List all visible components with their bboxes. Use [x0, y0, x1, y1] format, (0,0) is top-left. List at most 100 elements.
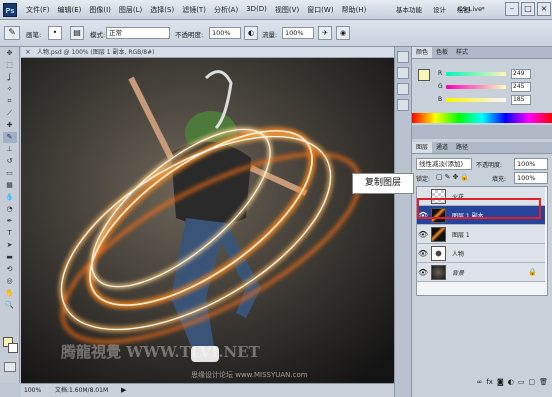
color-spectrum-bar[interactable] [412, 113, 552, 123]
clone-stamp-tool-icon[interactable]: ⊥ [3, 144, 17, 155]
adjustments-panel-collapsed[interactable] [412, 125, 552, 139]
layer-row-person[interactable]: 👁 人物 [417, 244, 545, 263]
tab-color[interactable]: 颜色 [412, 47, 433, 58]
layer-opacity-input[interactable]: 100% [514, 158, 548, 170]
menu-view[interactable]: 视图(V) [271, 5, 303, 15]
brush-panel-icon[interactable]: ▤ [70, 26, 84, 40]
type-tool-icon[interactable]: T [3, 228, 17, 239]
background-color-swatch[interactable] [8, 343, 18, 353]
document-title: 人物.psd @ 100% (图层 1 副本, RGB/8#) [37, 49, 155, 56]
document-tab[interactable]: 人物.psd @ 100% (图层 1 副本, RGB/8#) × [21, 47, 394, 58]
blur-tool-icon[interactable]: 💧 [3, 192, 17, 203]
artwork-canvas[interactable] [21, 58, 394, 383]
dodge-tool-icon[interactable]: ◔ [3, 204, 17, 215]
channel-g-slider[interactable] [446, 84, 506, 89]
menu-3d[interactable]: 3D(D) [242, 5, 271, 15]
hand-tool-icon[interactable]: ✋ [3, 288, 17, 299]
close-document-icon[interactable]: × [25, 47, 31, 58]
tab-styles[interactable]: 样式 [452, 47, 472, 58]
new-group-icon[interactable]: ▭ [518, 378, 525, 386]
workspace-essentials[interactable]: 基本功能 [392, 3, 426, 15]
add-mask-icon[interactable]: ◙ [497, 378, 504, 386]
layer-row-layer1[interactable]: 👁 图层 1 [417, 225, 545, 244]
menu-help[interactable]: 帮助(H) [338, 5, 371, 15]
brush-preset-icon[interactable]: ✎ [4, 26, 20, 40]
menu-analysis[interactable]: 分析(A) [210, 5, 242, 15]
minimize-icon[interactable]: – [505, 2, 519, 16]
collapsed-panel-dock [394, 47, 412, 397]
menu-select[interactable]: 选择(S) [146, 5, 178, 15]
menu-window[interactable]: 窗口(W) [303, 5, 337, 15]
clone-source-panel-icon[interactable] [397, 99, 409, 111]
airbrush-icon[interactable]: ✈ [318, 26, 332, 40]
pressure-size-icon[interactable]: ◉ [336, 26, 350, 40]
menu-filter[interactable]: 滤镜(T) [178, 5, 210, 15]
move-tool-icon[interactable]: ✥ [3, 48, 17, 59]
new-layer-icon[interactable]: ▢ [528, 378, 535, 386]
quick-mask-icon[interactable] [4, 362, 16, 372]
3d-camera-tool-icon[interactable]: ◎ [3, 276, 17, 287]
menu-layer[interactable]: 图层(L) [115, 5, 146, 15]
eye-icon[interactable]: 👁 [417, 249, 429, 258]
blend-mode-select[interactable]: 线性减淡(添加) [416, 158, 472, 170]
channel-g-value[interactable]: 245 [511, 81, 531, 92]
quick-select-tool-icon[interactable]: ✧ [3, 84, 17, 95]
channel-r-value[interactable]: 249 [511, 68, 531, 79]
delete-layer-icon[interactable]: 🗑 [539, 378, 548, 386]
healing-brush-tool-icon[interactable]: ✚ [3, 120, 17, 131]
maximize-icon[interactable]: □ [521, 2, 535, 16]
menu-file[interactable]: 文件(F) [22, 5, 54, 15]
eye-icon[interactable]: 👁 [417, 230, 429, 239]
crop-tool-icon[interactable]: ⌗ [3, 96, 17, 107]
eyedropper-tool-icon[interactable]: ⟋ [3, 108, 17, 119]
brushes-panel-icon[interactable] [397, 83, 409, 95]
workspace-design[interactable]: 设计 [429, 3, 450, 15]
lock-icons[interactable]: ▢✎✥🔒 [436, 173, 471, 181]
path-select-tool-icon[interactable]: ➤ [3, 240, 17, 251]
eraser-tool-icon[interactable]: ▭ [3, 168, 17, 179]
adjustment-layer-icon[interactable]: ◐ [508, 378, 514, 386]
cs-live-button[interactable]: CS Live [458, 5, 482, 13]
history-brush-tool-icon[interactable]: ↺ [3, 156, 17, 167]
menu-image[interactable]: 图像(I) [85, 5, 115, 15]
menu-bar: Ps 文件(F) 编辑(E) 图像(I) 图层(L) 选择(S) 滤镜(T) 分… [0, 0, 552, 20]
flow-input[interactable]: 100% [282, 27, 314, 39]
channel-r-slider[interactable] [446, 71, 506, 76]
zoom-level[interactable]: 100% [24, 384, 41, 397]
marquee-tool-icon[interactable]: ⬚ [3, 60, 17, 71]
tab-channels[interactable]: 通道 [432, 142, 452, 153]
status-menu-icon[interactable]: ▶ [121, 384, 126, 397]
pen-tool-icon[interactable]: ✒ [3, 216, 17, 227]
tab-layers[interactable]: 图层 [412, 142, 433, 153]
brush-size-picker[interactable]: • [48, 26, 62, 40]
lasso-tool-icon[interactable]: ʆ [3, 72, 17, 83]
actions-panel-icon[interactable] [397, 67, 409, 79]
fill-label: 填充: [492, 176, 507, 183]
layer-row-background[interactable]: 👁 背景 🔒 [417, 263, 545, 282]
menu-edit[interactable]: 编辑(E) [54, 5, 86, 15]
fill-input[interactable]: 100% [514, 172, 548, 184]
photoshop-logo[interactable]: Ps [3, 3, 17, 17]
history-panel-icon[interactable] [397, 51, 409, 63]
link-layers-icon[interactable]: ∞ [477, 378, 483, 386]
main-menu: 文件(F) 编辑(E) 图像(I) 图层(L) 选择(S) 滤镜(T) 分析(A… [22, 5, 370, 15]
layer-style-icon[interactable]: fx [486, 378, 493, 386]
gradient-tool-icon[interactable]: ▦ [3, 180, 17, 191]
channel-b-value[interactable]: 185 [511, 94, 531, 105]
tab-paths[interactable]: 路径 [452, 142, 472, 153]
layer-name: 背景 [452, 269, 465, 277]
shape-tool-icon[interactable]: ▬ [3, 252, 17, 263]
channel-b-slider[interactable] [446, 97, 506, 102]
opacity-input[interactable]: 100% [209, 27, 241, 39]
eye-icon[interactable]: 👁 [417, 268, 429, 277]
close-icon[interactable]: × [537, 2, 551, 16]
zoom-tool-icon[interactable]: 🔍 [3, 300, 17, 311]
canvas-area[interactable]: 腾龍視覺 WWW.TLVI.NET 思缘设计论坛 www.MISSYUAN.co… [21, 58, 394, 383]
brush-tool-icon[interactable]: ✎ [2, 132, 17, 143]
tab-swatches[interactable]: 色板 [432, 47, 452, 58]
mode-select[interactable]: 正常 [106, 27, 170, 39]
lock-label: 锁定: [416, 176, 431, 183]
3d-rotate-tool-icon[interactable]: ⟲ [3, 264, 17, 275]
pressure-opacity-icon[interactable]: ◐ [244, 26, 258, 40]
window-controls: – □ × [505, 2, 551, 16]
